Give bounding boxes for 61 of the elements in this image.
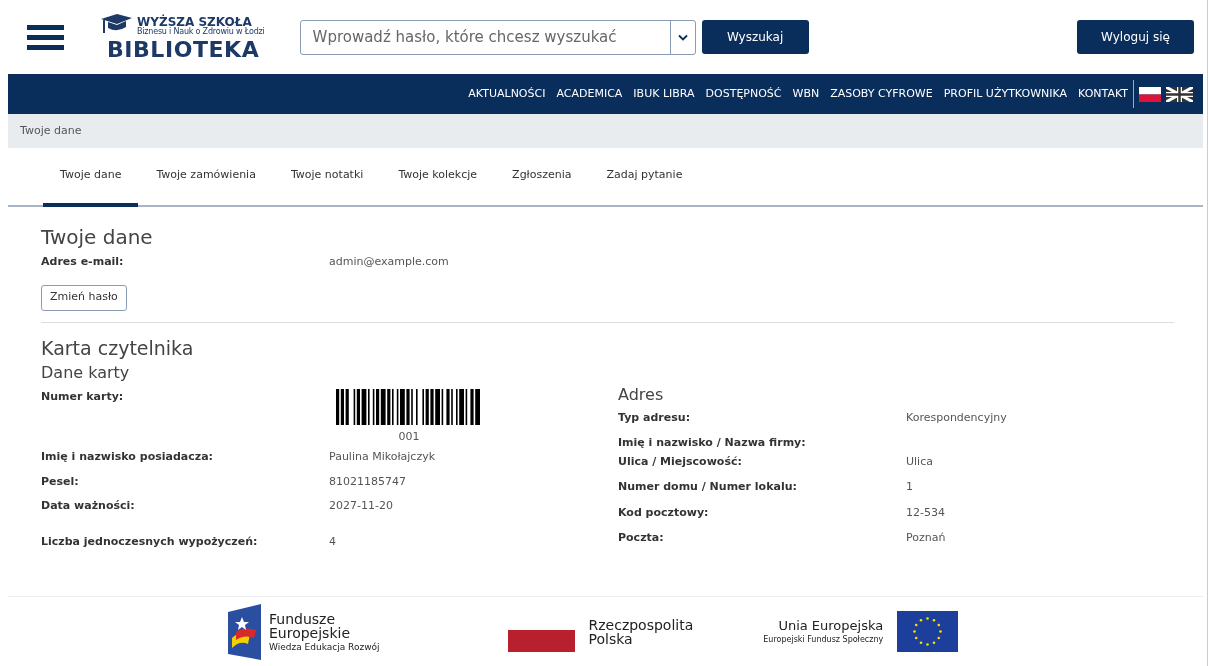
change-password-button[interactable]: Zmień hasło — [41, 284, 127, 311]
uk-flag-icon[interactable] — [1166, 86, 1193, 102]
field-label: Numer karty: — [41, 388, 125, 405]
field-label: Kod pocztowy: — [618, 504, 710, 521]
field-label: Imię i nazwisko posiadacza: — [41, 449, 214, 465]
tab[interactable]: Twoje zamówienia — [139, 148, 273, 207]
logo-text: Rzeczpospolita — [588, 617, 694, 632]
tab[interactable]: Zadaj pytanie — [589, 148, 700, 207]
field-label: Typ adresu: — [618, 409, 692, 426]
nav-link[interactable]: AKTUALNOŚCI — [468, 85, 546, 103]
tab[interactable]: Twoje notatki — [273, 148, 381, 207]
field-label: Liczba jednoczesnych wypożyczeń: — [41, 533, 259, 550]
nav-link[interactable]: IBUK LIBRA — [633, 85, 695, 103]
menu-icon[interactable] — [27, 24, 64, 50]
poland-flag-icon[interactable] — [1139, 86, 1161, 102]
field-label: Imię i nazwisko / Nazwa firmy: — [618, 435, 807, 451]
logo-subtitle: Wiedza Edukacja Rozwój — [269, 642, 380, 652]
field-label: Adres e-mail: — [41, 254, 125, 270]
field-value: 1 — [906, 479, 913, 495]
card-number: 001 — [398, 428, 420, 445]
field-label: Pesel: — [41, 473, 80, 490]
nav-link[interactable]: ZASOBY CYFROWE — [830, 85, 933, 103]
field-value: 4 — [329, 533, 336, 550]
tab[interactable]: Twoje dane — [43, 148, 139, 207]
field-label: Numer domu / Numer lokalu: — [618, 479, 798, 495]
field-label: Data ważności: — [41, 498, 136, 514]
field-value: Paulina Mikołajczyk — [329, 449, 436, 465]
nav-link[interactable]: ACADEMICA — [556, 85, 623, 103]
subsection-title: Dane karty — [41, 362, 131, 383]
field-label: Ulica / Miejscowość: — [618, 453, 743, 470]
field-label: Poczta: — [618, 530, 665, 546]
field-value: Korespondencyjny — [906, 409, 1007, 426]
section-title: Karta czytelnika — [41, 335, 195, 360]
nav-link[interactable]: DOSTĘPNOŚĆ — [705, 85, 782, 103]
nav-link[interactable]: PROFIL UŻYTKOWNIKA — [943, 85, 1068, 103]
search-field[interactable]: Wprowadź hasło, które chcesz wyszukać — [299, 19, 696, 55]
search-button[interactable]: Wyszukaj — [701, 20, 809, 54]
field-value: 12-534 — [906, 504, 945, 521]
logo-text: Fundusze — [269, 611, 337, 626]
field-value: Ulica — [906, 453, 933, 470]
field-value: 81021185747 — [329, 473, 406, 490]
polish-flag-icon — [507, 629, 575, 652]
section-title: Twoje dane — [41, 225, 154, 249]
logo-title: BIBLIOTEKA — [107, 39, 261, 61]
logo-text: Unia Europejska — [778, 619, 884, 632]
logo-text: WYŻSZA SZKOŁA — [137, 16, 252, 28]
breadcrumb-item: Twoje dane — [20, 122, 82, 139]
tab[interactable]: Twoje kolekcje — [381, 148, 495, 207]
tab[interactable]: Zgłoszenia — [495, 148, 589, 207]
logo-text: Europejskie — [269, 625, 352, 640]
eu-funds-logo-icon — [228, 603, 261, 660]
logo-subtitle: Europejski Fundusz Społeczny — [763, 636, 884, 644]
nav-link[interactable]: KONTAKT — [1078, 85, 1128, 103]
field-value: admin@example.com — [329, 254, 449, 270]
field-value: 2027-11-20 — [329, 498, 393, 514]
subsection-title: Adres — [618, 384, 665, 405]
eu-flag-icon — [897, 611, 959, 652]
nav-link[interactable]: WBN — [792, 85, 820, 103]
logout-button[interactable]: Wyloguj się — [1077, 20, 1194, 54]
field-value: Poznań — [906, 530, 946, 546]
logo-subtitle: Biznesu i Nauk o Zdrowiu w Łodzi — [137, 28, 265, 36]
